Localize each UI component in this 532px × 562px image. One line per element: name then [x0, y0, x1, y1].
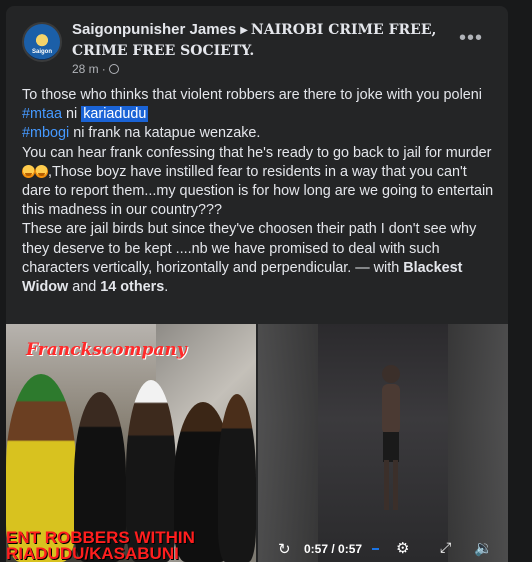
- meta-separator: ·: [101, 62, 106, 76]
- crying-face-emoji-icon: [22, 164, 35, 178]
- para2-end: ,Those boyz have instilled fear to resid…: [22, 163, 494, 219]
- video-left-blur: [258, 324, 318, 562]
- para2-start: You can hear frank confessing that he's …: [22, 144, 492, 161]
- progress-bar[interactable]: [372, 548, 379, 550]
- fullscreen-icon[interactable]: ⤢: [440, 539, 451, 556]
- video-time: 0:57 / 0:57: [304, 542, 363, 556]
- post-body: To those who thinks that violent robbers…: [22, 86, 496, 297]
- avatar-text: Saigon: [31, 49, 52, 55]
- post-photo[interactable]: Franckscompany ENT ROBBERS WITHIN RIADUD…: [6, 324, 256, 562]
- post-time[interactable]: 28 m: [72, 62, 99, 76]
- highlighted-text: kariadudu: [81, 106, 149, 123]
- page-scrollbar[interactable]: [514, 0, 532, 562]
- avatar[interactable]: Saigon: [22, 22, 62, 62]
- post-video[interactable]: [258, 324, 508, 562]
- body-line-2: #mtaa ni kariadudu: [22, 105, 496, 124]
- caret-right-icon: ▶: [240, 25, 248, 36]
- body-line-1: To those who thinks that violent robbers…: [22, 86, 496, 105]
- settings-icon[interactable]: ⚙: [396, 539, 409, 557]
- word-ni: ni: [62, 106, 82, 123]
- video-right-blur: [448, 324, 508, 562]
- hashtag-mbogi[interactable]: #mbogi: [22, 125, 69, 141]
- and-text: and: [68, 279, 101, 296]
- body-line-3: #mbogi ni frank na katapue wenzake.: [22, 124, 496, 143]
- video-controls: ↻ 0:57 / 0:57 ⚙ ⤢ 🔉: [258, 536, 508, 562]
- more-options-button[interactable]: •••: [458, 28, 484, 54]
- hashtag-mtaa[interactable]: #mtaa: [22, 106, 62, 122]
- video-person: [382, 365, 400, 510]
- photo-caption: ENT ROBBERS WITHIN RIADUDU/KASABUNI: [6, 529, 256, 562]
- body-line-1-text: To those who thinks that violent robbers…: [22, 87, 482, 103]
- crying-face-emoji-icon: [35, 164, 48, 178]
- period: .: [164, 279, 169, 296]
- body-paragraph-2: You can hear frank confessing that he's …: [22, 144, 496, 221]
- body-line-3-rest: ni frank na katapue wenzake.: [69, 125, 261, 142]
- post-header: Saigon Saigonpunisher James ▶ NAIROBI CRIM…: [6, 6, 508, 82]
- post-meta: 28 m ·: [72, 62, 119, 76]
- author-name[interactable]: Saigonpunisher James: [72, 21, 236, 38]
- post-card: Saigon Saigonpunisher James ▶ NAIROBI CRIM…: [6, 6, 508, 562]
- post-media: Franckscompany ENT ROBBERS WITHIN RIADUD…: [6, 324, 508, 562]
- author-line: Saigonpunisher James ▶ NAIROBI CRIME FREE,…: [72, 20, 452, 61]
- replay-icon[interactable]: ↻: [278, 540, 291, 558]
- photo-caption-line-2: RIADUDU/KASABUNI: [6, 544, 179, 562]
- volume-icon[interactable]: 🔉: [474, 539, 493, 557]
- audience-icon[interactable]: [108, 64, 119, 74]
- body-paragraph-3: These are jail birds but since they've c…: [22, 220, 496, 297]
- photo-title: Franckscompany: [26, 340, 187, 360]
- tagged-others-link[interactable]: 14 others: [100, 279, 164, 295]
